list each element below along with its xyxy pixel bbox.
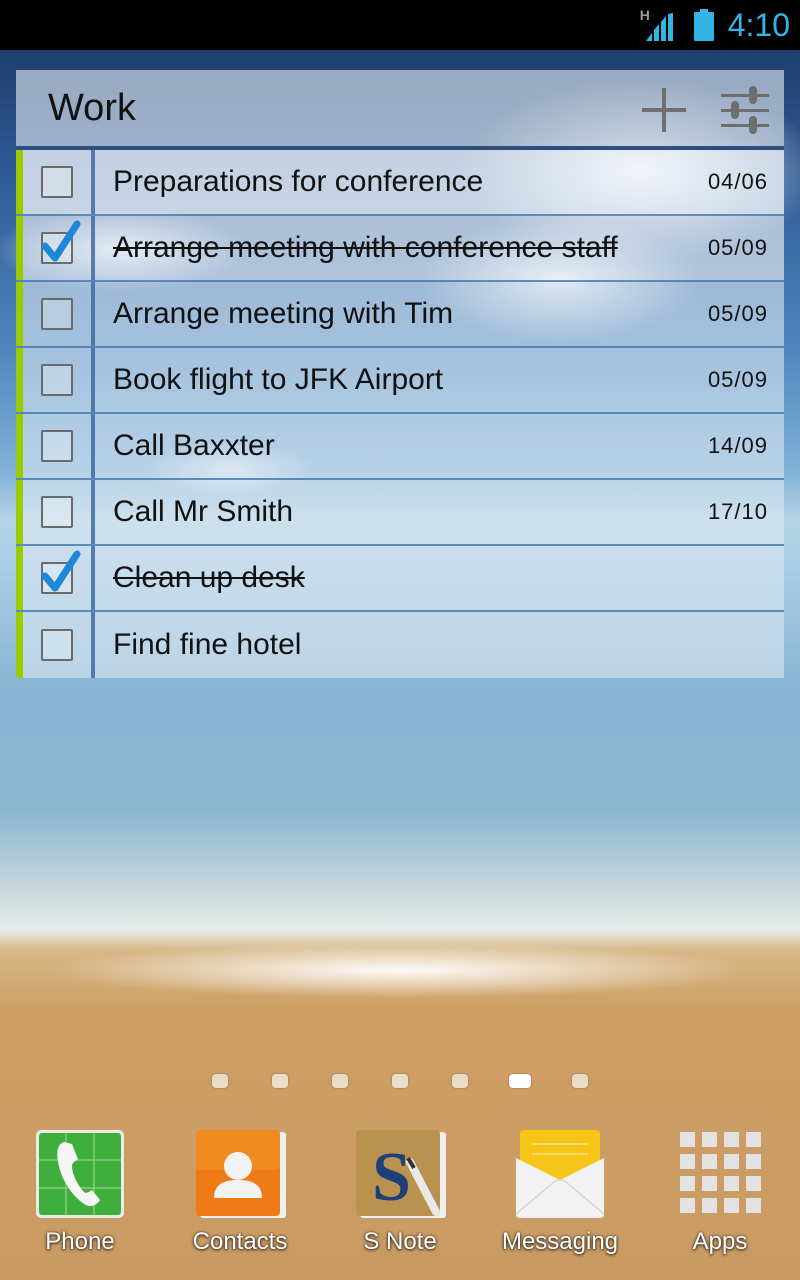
priority-indicator [16, 150, 23, 214]
messaging-icon [514, 1128, 606, 1220]
task-checkbox[interactable] [41, 220, 81, 264]
priority-indicator [16, 480, 23, 544]
task-title: Find fine hotel [113, 628, 302, 661]
dock-label: Contacts [192, 1228, 288, 1255]
home-page-indicator [212, 1074, 588, 1088]
task-row[interactable]: Find fine hotel [16, 612, 784, 678]
task-checkbox[interactable] [41, 550, 81, 594]
checkmark-icon [41, 550, 81, 592]
task-row[interactable]: Arrange meeting with Tim 05/09 [16, 282, 784, 348]
task-checkbox[interactable] [41, 364, 73, 396]
dock-messaging[interactable]: Messaging [480, 1128, 640, 1256]
task-title: Arrange meeting with conference staff [113, 231, 618, 264]
task-due-date: 14/09 [707, 433, 768, 458]
dock-label: Phone [45, 1228, 115, 1255]
dock-label: Messaging [501, 1228, 619, 1255]
task-checkbox[interactable] [41, 166, 73, 198]
dock-phone[interactable]: Phone [0, 1128, 160, 1256]
task-checkbox[interactable] [41, 298, 73, 330]
page-dot[interactable] [212, 1074, 228, 1088]
svg-text:S: S [372, 1139, 411, 1216]
task-checkbox[interactable] [41, 430, 73, 462]
task-title: Call Mr Smith [113, 495, 294, 528]
priority-indicator [16, 216, 23, 280]
phone-icon [34, 1128, 126, 1220]
list-title[interactable]: Work [48, 87, 136, 130]
task-list: Preparations for conference 04/06 Arrang… [16, 150, 784, 678]
priority-indicator [16, 612, 23, 678]
task-title: Clean up desk [113, 561, 305, 594]
task-due-date: 05/09 [707, 235, 768, 260]
checkmark-icon [41, 220, 81, 262]
task-title: Call Baxxter [113, 429, 275, 462]
signal-bars-icon: H [640, 7, 680, 43]
page-dot-current[interactable] [509, 1074, 531, 1088]
status-bar: H 4:10 [0, 0, 800, 50]
task-row[interactable]: Clean up desk [16, 546, 784, 612]
task-row[interactable]: Arrange meeting with conference staff 05… [16, 216, 784, 282]
task-checkbox[interactable] [41, 629, 73, 661]
page-dot[interactable] [332, 1074, 348, 1088]
contacts-icon [194, 1128, 286, 1220]
priority-indicator [16, 348, 23, 412]
task-row[interactable]: Call Mr Smith 17/10 [16, 480, 784, 546]
page-dot[interactable] [392, 1074, 408, 1088]
dock-apps[interactable]: Apps [640, 1128, 800, 1256]
task-title: Book flight to JFK Airport [113, 363, 444, 396]
task-checkbox[interactable] [41, 496, 73, 528]
priority-indicator [16, 282, 23, 346]
dock-label: S Note [363, 1228, 437, 1255]
widget-settings-button[interactable] [716, 84, 772, 136]
task-due-date: 05/09 [707, 367, 768, 392]
task-due-date: 17/10 [707, 499, 768, 524]
task-row[interactable]: Call Baxxter 14/09 [16, 414, 784, 480]
dock-s-note[interactable]: S S Note [320, 1128, 480, 1256]
dock-contacts[interactable]: Contacts [160, 1128, 320, 1256]
page-dot[interactable] [452, 1074, 468, 1088]
task-due-date: 04/06 [707, 169, 768, 194]
task-row[interactable]: Book flight to JFK Airport 05/09 [16, 348, 784, 414]
plus-icon [642, 88, 686, 132]
widget-header: Work [16, 70, 784, 150]
add-task-button[interactable] [636, 84, 692, 136]
task-title: Arrange meeting with Tim [113, 297, 454, 330]
task-row[interactable]: Preparations for conference 04/06 [16, 150, 784, 216]
page-dot[interactable] [572, 1074, 588, 1088]
task-title: Preparations for conference [113, 165, 484, 198]
app-dock: Phone Contacts S S Note Messaging Apps [0, 1128, 800, 1268]
page-dot[interactable] [272, 1074, 288, 1088]
dock-label: Apps [692, 1228, 748, 1255]
apps-grid-icon [674, 1128, 766, 1220]
s-note-icon: S [354, 1128, 446, 1220]
priority-indicator [16, 414, 23, 478]
status-clock: 4:10 [727, 7, 790, 43]
sliders-icon [721, 86, 769, 134]
priority-indicator [16, 546, 23, 610]
battery-full-icon [693, 9, 714, 41]
task-due-date: 05/09 [707, 301, 768, 326]
task-list-widget: Work Preparations for conference 04/06 A… [16, 70, 784, 678]
